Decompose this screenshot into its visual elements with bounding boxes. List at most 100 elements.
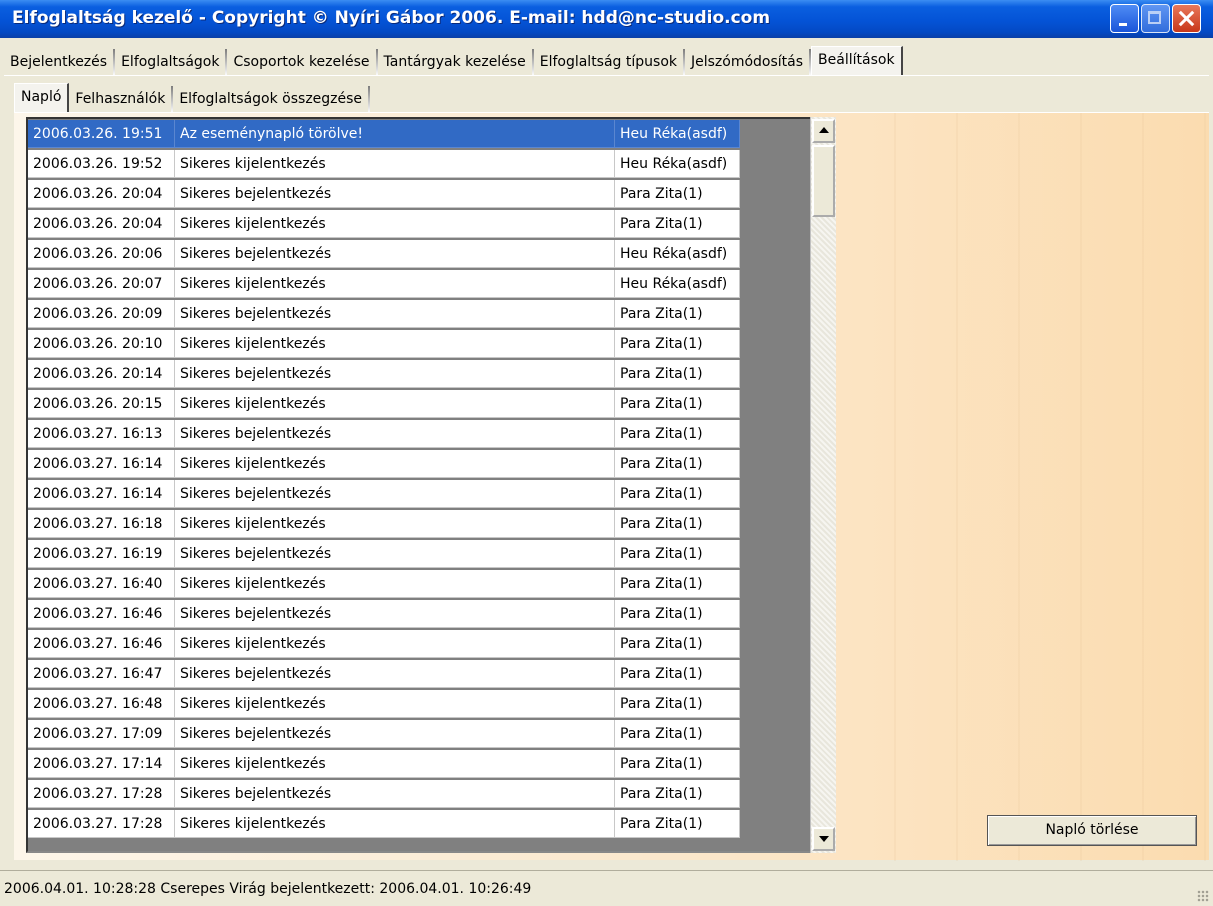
cell-user: Para Zita(1) <box>615 210 740 238</box>
cell-message: Sikeres kijelentkezés <box>175 270 615 298</box>
table-row[interactable]: 2006.03.26. 20:14 Sikeres bejelentkezés Pa… <box>28 360 740 388</box>
cell-message: Sikeres kijelentkezés <box>175 750 615 778</box>
cell-message: Sikeres bejelentkezés <box>175 660 615 688</box>
resize-grip-icon[interactable] <box>1197 890 1209 902</box>
table-row[interactable]: 2006.03.27. 17:09 Sikeres bejelentkezés Pa… <box>28 720 740 748</box>
table-row[interactable]: 2006.03.27. 16:14 Sikeres kijelentkezés Pa… <box>28 450 740 478</box>
table-row[interactable]: 2006.03.26. 20:15 Sikeres kijelentkezés Pa… <box>28 390 740 418</box>
cell-user: Para Zita(1) <box>615 810 740 838</box>
cell-user: Para Zita(1) <box>615 570 740 598</box>
cell-time: 2006.03.27. 17:28 <box>28 780 175 808</box>
cell-time: 2006.03.27. 16:48 <box>28 690 175 718</box>
cell-message: Sikeres bejelentkezés <box>175 420 615 448</box>
status-text: 2006.04.01. 10:28:28 Cserepes Virág beje… <box>4 881 532 897</box>
cell-message: Sikeres kijelentkezés <box>175 510 615 538</box>
table-row[interactable]: 2006.03.27. 16:48 Sikeres kijelentkezés Pa… <box>28 690 740 718</box>
cell-message: Sikeres bejelentkezés <box>175 720 615 748</box>
cell-message: Sikeres kijelentkezés <box>175 390 615 418</box>
tab-beallitasok[interactable]: Beállítások <box>811 46 903 76</box>
table-row[interactable]: 2006.03.26. 19:52 Sikeres kijelentkezés He… <box>28 150 740 178</box>
cell-user: Para Zita(1) <box>615 420 740 448</box>
arrow-up-icon[interactable] <box>812 119 835 143</box>
cell-user: Para Zita(1) <box>615 450 740 478</box>
cell-message: Sikeres bejelentkezés <box>175 300 615 328</box>
table-row[interactable]: 2006.03.27. 17:14 Sikeres kijelentkezés Pa… <box>28 750 740 778</box>
cell-time: 2006.03.27. 16:14 <box>28 480 175 508</box>
cell-message: Sikeres bejelentkezés <box>175 240 615 268</box>
cell-time: 2006.03.27. 16:40 <box>28 570 175 598</box>
cell-message: Sikeres kijelentkezés <box>175 630 615 658</box>
table-row[interactable]: 2006.03.26. 20:10 Sikeres kijelentkezés Pa… <box>28 330 740 358</box>
table-row[interactable]: 2006.03.26. 20:04 Sikeres bejelentkezés Pa… <box>28 180 740 208</box>
minimize-icon[interactable] <box>1110 4 1139 33</box>
cell-user: Para Zita(1) <box>615 330 740 358</box>
cell-time: 2006.03.27. 16:18 <box>28 510 175 538</box>
table-row[interactable]: 2006.03.27. 16:19 Sikeres bejelentkezés Pa… <box>28 540 740 568</box>
tab-panel-divider <box>4 75 1209 76</box>
cell-user: Para Zita(1) <box>615 630 740 658</box>
table-row[interactable]: 2006.03.27. 16:46 Sikeres kijelentkezés Pa… <box>28 630 740 658</box>
table-row[interactable]: 2006.03.27. 16:47 Sikeres bejelentkezés Pa… <box>28 660 740 688</box>
cell-user: Para Zita(1) <box>615 360 740 388</box>
table-row[interactable]: 2006.03.27. 16:14 Sikeres bejelentkezés Pa… <box>28 480 740 508</box>
cell-message: Sikeres kijelentkezés <box>175 690 615 718</box>
table-row[interactable]: 2006.03.26. 20:09 Sikeres bejelentkezés Pa… <box>28 300 740 328</box>
cell-time: 2006.03.26. 20:06 <box>28 240 175 268</box>
app-window: Elfoglaltság kezelő - Copyright © Nyíri … <box>0 0 1213 906</box>
window-title: Elfoglaltság kezelő - Copyright © Nyíri … <box>12 8 771 28</box>
cell-user: Para Zita(1) <box>615 600 740 628</box>
table-row[interactable]: 2006.03.27. 16:18 Sikeres kijelentkezés Pa… <box>28 510 740 538</box>
cell-user: Para Zita(1) <box>615 540 740 568</box>
table-row[interactable]: 2006.03.27. 16:46 Sikeres bejelentkezés Pa… <box>28 600 740 628</box>
clear-log-button[interactable]: Napló törlése <box>987 815 1197 846</box>
event-log-list[interactable]: 2006.03.26. 19:51 Az eseménynapló törölve… <box>26 117 816 853</box>
cell-time: 2006.03.27. 17:09 <box>28 720 175 748</box>
close-icon[interactable] <box>1172 4 1201 33</box>
table-row[interactable]: 2006.03.26. 19:51 Az eseménynapló törölve… <box>28 120 740 148</box>
cell-time: 2006.03.26. 20:15 <box>28 390 175 418</box>
cell-user: Para Zita(1) <box>615 780 740 808</box>
cell-time: 2006.03.26. 20:10 <box>28 330 175 358</box>
cell-message: Sikeres bejelentkezés <box>175 600 615 628</box>
table-row[interactable]: 2006.03.26. 20:07 Sikeres kijelentkezés He… <box>28 270 740 298</box>
tab-elfoglaltsagok[interactable]: Elfoglaltságok <box>115 49 228 75</box>
cell-time: 2006.03.26. 19:51 <box>28 120 175 148</box>
table-row[interactable]: 2006.03.27. 17:28 Sikeres bejelentkezés Pa… <box>28 780 740 808</box>
cell-time: 2006.03.26. 20:04 <box>28 210 175 238</box>
table-row[interactable]: 2006.03.26. 20:04 Sikeres kijelentkezés Pa… <box>28 210 740 238</box>
cell-message: Sikeres kijelentkezés <box>175 450 615 478</box>
maximize-icon[interactable] <box>1141 4 1170 33</box>
tab-elfoglaltsag-tipusok[interactable]: Elfoglaltság típusok <box>533 49 685 75</box>
scrollbar-thumb[interactable] <box>812 145 835 217</box>
arrow-down-icon[interactable] <box>812 827 835 851</box>
tab-jelszomodositas[interactable]: Jelszómódosítás <box>685 49 812 75</box>
tab-felhasznalok[interactable]: Felhasználók <box>69 86 174 112</box>
table-row[interactable]: 2006.03.26. 20:06 Sikeres bejelentkezés He… <box>28 240 740 268</box>
cell-message: Sikeres bejelentkezés <box>175 780 615 808</box>
cell-message: Sikeres bejelentkezés <box>175 540 615 568</box>
cell-message: Sikeres bejelentkezés <box>175 480 615 508</box>
title-bar[interactable]: Elfoglaltság kezelő - Copyright © Nyíri … <box>0 0 1213 38</box>
cell-message: Sikeres bejelentkezés <box>175 360 615 388</box>
tab-bejelentkezes[interactable]: Bejelentkezés <box>4 49 116 75</box>
cell-time: 2006.03.26. 20:07 <box>28 270 175 298</box>
cell-time: 2006.03.27. 16:46 <box>28 630 175 658</box>
cell-time: 2006.03.26. 20:04 <box>28 180 175 208</box>
cell-time: 2006.03.27. 16:13 <box>28 420 175 448</box>
tab-elfoglaltsagok-osszegzese[interactable]: Elfoglaltságok összegzése <box>173 86 371 112</box>
cell-user: Para Zita(1) <box>615 180 740 208</box>
cell-user: Heu Réka(asdf) <box>615 270 740 298</box>
table-row[interactable]: 2006.03.27. 16:40 Sikeres kijelentkezés Pa… <box>28 570 740 598</box>
table-row[interactable]: 2006.03.27. 17:28 Sikeres kijelentkezés Pa… <box>28 810 740 838</box>
cell-time: 2006.03.27. 17:28 <box>28 810 175 838</box>
cell-time: 2006.03.27. 16:47 <box>28 660 175 688</box>
cell-user: Para Zita(1) <box>615 510 740 538</box>
main-tab-bar: Bejelentkezés Elfoglaltságok Csoportok k… <box>4 46 903 76</box>
tab-naplo[interactable]: Napló <box>14 83 70 113</box>
cell-time: 2006.03.26. 20:09 <box>28 300 175 328</box>
tab-csoportok-kezelese[interactable]: Csoportok kezelése <box>227 49 378 75</box>
cell-message: Sikeres kijelentkezés <box>175 150 615 178</box>
table-row[interactable]: 2006.03.27. 16:13 Sikeres bejelentkezés Pa… <box>28 420 740 448</box>
tab-tantargyak-kezelese[interactable]: Tantárgyak kezelése <box>377 49 534 75</box>
log-scrollbar[interactable] <box>810 117 836 853</box>
